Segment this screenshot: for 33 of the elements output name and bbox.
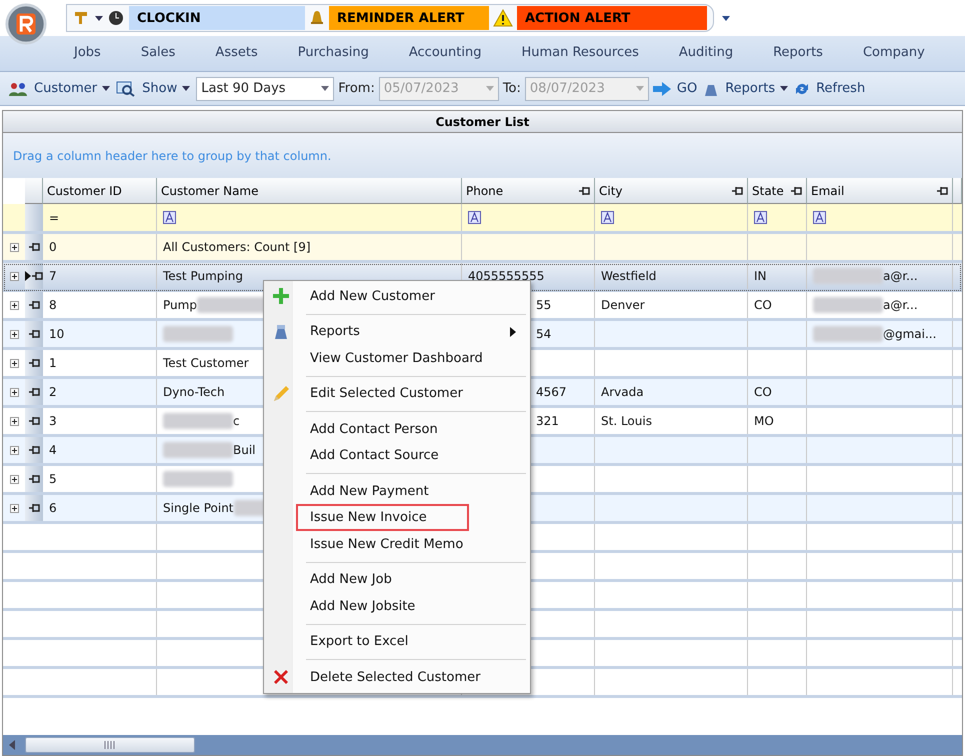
table-cell: 7 [43,263,157,289]
table-cell: MO [748,408,807,434]
table-cell: Denver [595,292,748,318]
table-cell: 4 [43,437,157,463]
table-cell: Westfield [595,263,748,289]
cell-text: Test Pumping [163,269,243,283]
table-cell: 3 [43,408,157,434]
cell-text: a@r... [883,298,918,312]
table-cell: CO [748,379,807,405]
cell-text: Pump [163,298,197,312]
cell-text: c [233,414,240,428]
group-by-hint: Drag a column header here to group by that column. [3,133,962,178]
table-cell: 6 [43,495,157,521]
panel-title: Customer List [3,111,962,133]
cell-text: Dyno-Tech [163,385,225,399]
to-label: To: [502,81,521,96]
from-label: From: [338,81,375,96]
table-cell: 10 [43,321,157,347]
table-cell: 1 [43,350,157,376]
table-cell: 2 [43,379,157,405]
table-cell: CO [748,292,807,318]
cell-text: a@r... [883,269,918,283]
table-cell: All Customers: Count [9] [157,234,462,260]
cell-text: Single Point [163,501,234,515]
cell-text: @gmai... [883,327,936,341]
table-cell: Arvada [595,379,748,405]
table-cell: 0 [43,234,157,260]
cell-text: Test Customer [163,356,249,370]
table-cell: IN [748,263,807,289]
cell-text: Buil [233,443,256,457]
table-cell: St. Louis [595,408,748,434]
table-cell: 8 [43,292,157,318]
table-cell: 5 [43,466,157,492]
